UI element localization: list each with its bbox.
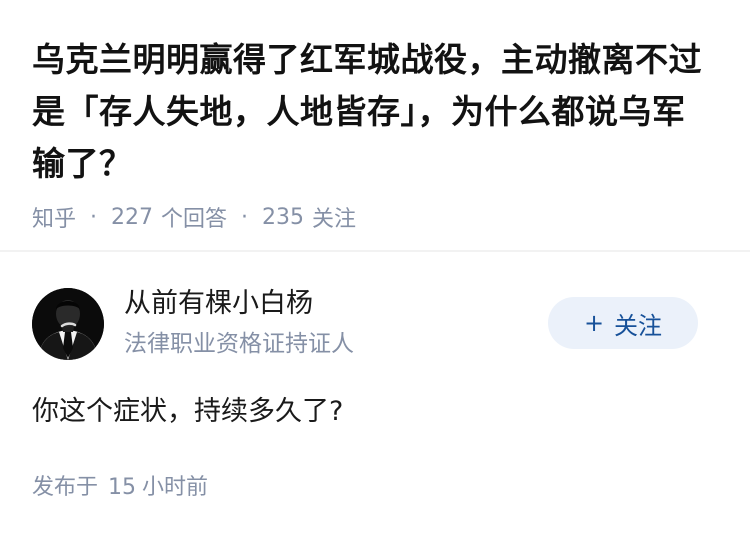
time-unit: 小时前 xyxy=(142,475,209,500)
follow-button[interactable]: + 关注 xyxy=(548,297,698,349)
avatar[interactable] xyxy=(32,288,104,360)
separator-dot: · xyxy=(241,204,249,230)
time-prefix: 发布于 xyxy=(32,475,99,500)
plus-icon: + xyxy=(583,309,605,337)
author-name[interactable]: 从前有棵小白杨 xyxy=(124,286,313,322)
avatar-suit-person-icon xyxy=(32,288,104,360)
follow-button-label: 关注 xyxy=(614,311,663,340)
answer-count-label[interactable]: 个回答 xyxy=(161,201,227,233)
author-badge: 法律职业资格证持证人 xyxy=(124,331,354,357)
answer-card: 从前有棵小白杨 法律职业资格证持证人 + 关注 你这个症状，持续多久了? 发布于… xyxy=(0,252,750,500)
question-header: 乌克兰明明赢得了红军城战役，主动撤离不过是「存人失地，人地皆存」，为什么都说乌军… xyxy=(0,0,750,232)
question-meta: 知乎 · 227 个回答 · 235 关注 xyxy=(32,200,718,234)
answer-content[interactable]: 你这个症状，持续多久了? xyxy=(32,392,343,432)
source-label[interactable]: 知乎 xyxy=(32,201,76,233)
follow-count-label: 关注 xyxy=(312,207,357,232)
separator-dot: · xyxy=(90,204,98,230)
follow-count: 235 xyxy=(262,204,305,230)
time-value: 15 xyxy=(108,475,137,500)
author-row: 从前有棵小白杨 法律职业资格证持证人 + 关注 xyxy=(0,252,750,362)
answer-count[interactable]: 227 xyxy=(111,205,153,230)
question-title[interactable]: 乌克兰明明赢得了红军城战役，主动撤离不过是「存人失地，人地皆存」，为什么都说乌军… xyxy=(32,34,718,190)
answer-time: 发布于 15 小时前 xyxy=(32,472,208,504)
